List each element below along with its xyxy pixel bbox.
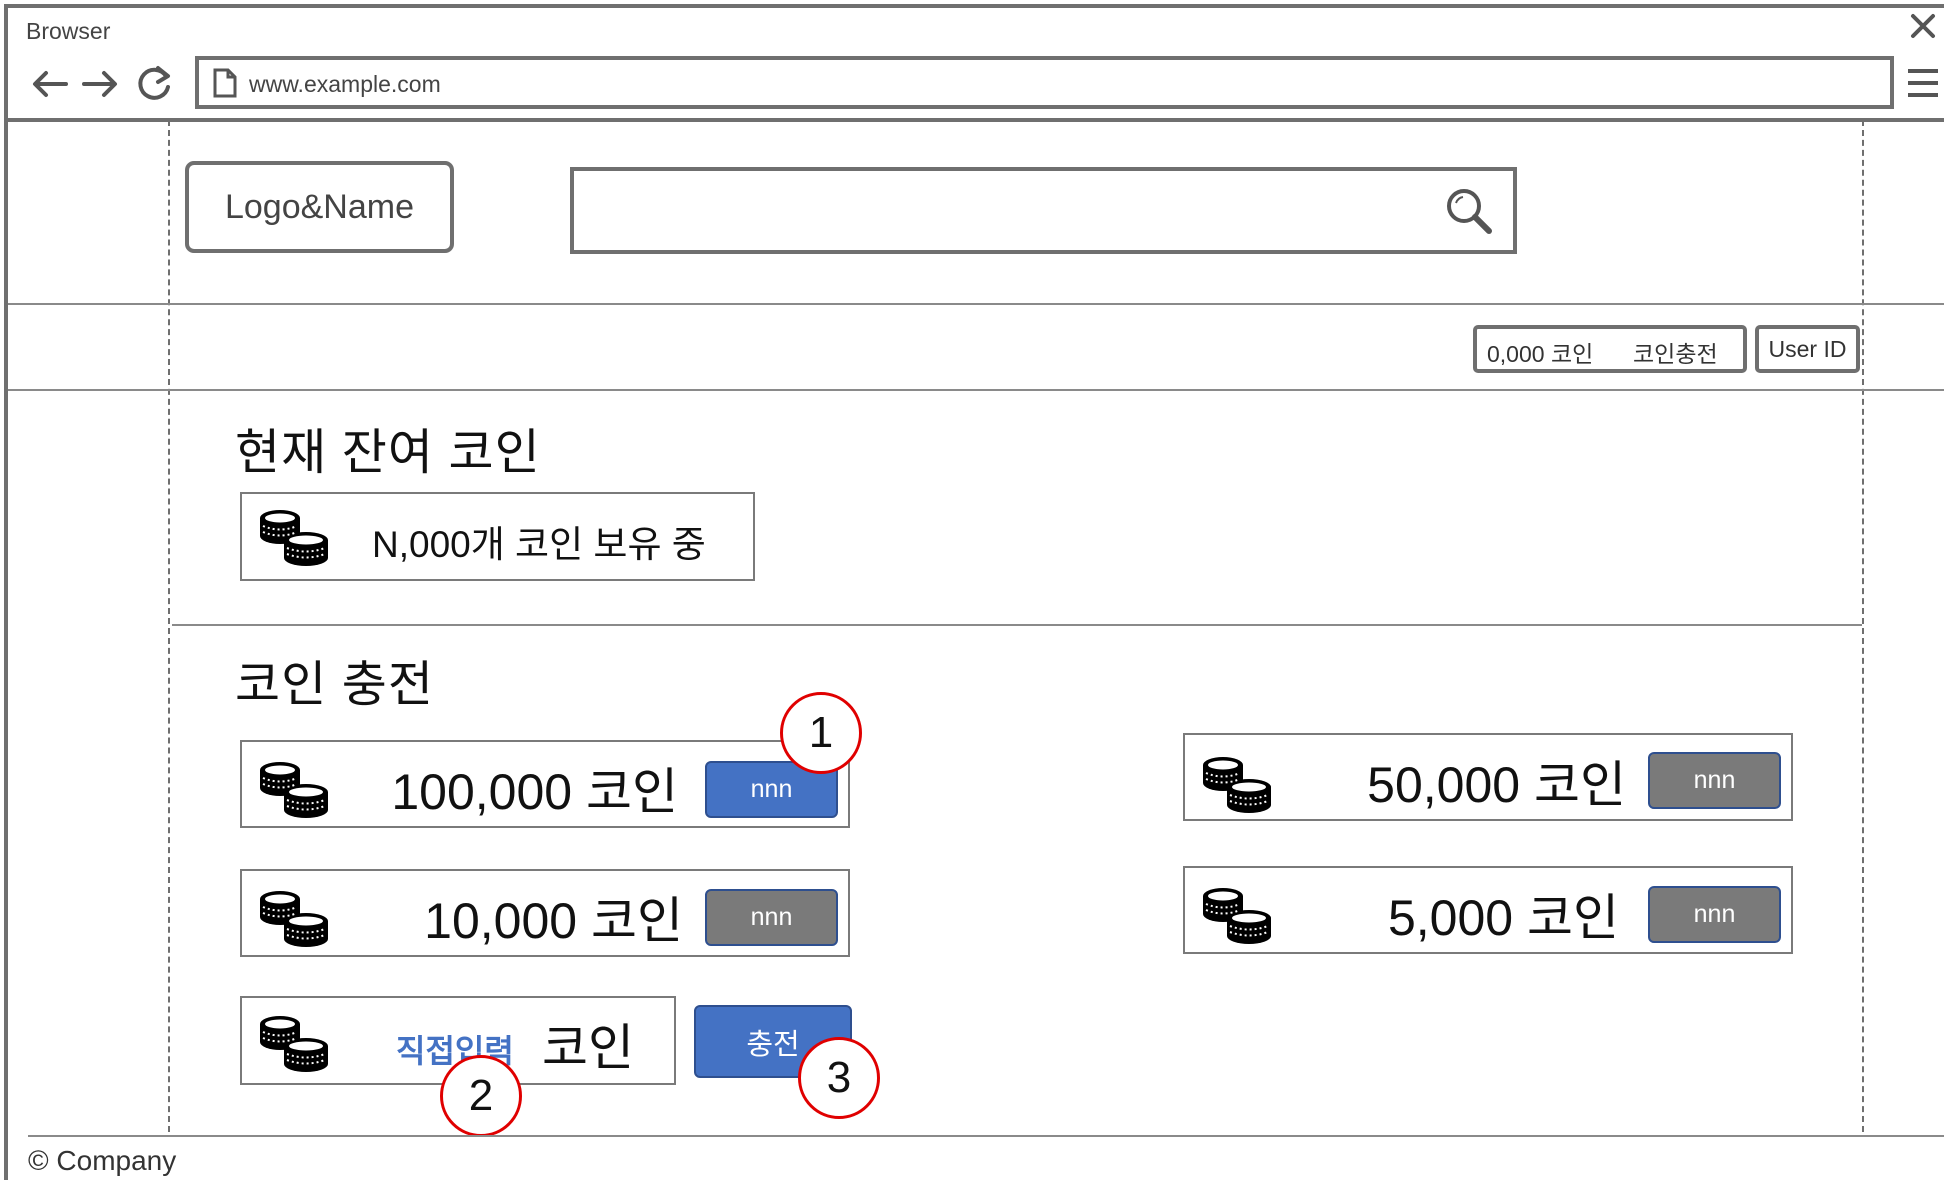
option-amount: 50,000 코인 [1367,757,1626,813]
annotation-marker-3: 3 [798,1037,880,1119]
balance-title: 현재 잔여 코인 [235,426,541,480]
price-button[interactable]: nnn [1648,886,1781,943]
hamburger-menu-icon[interactable] [1906,66,1940,100]
page-icon [213,68,237,98]
footer-copyright: © Company [28,1145,177,1176]
option-amount: 5,000 코인 [1387,890,1619,946]
footer-divider [28,1135,1944,1137]
url-text: www.example.com [249,71,441,97]
browser-title: Browser [26,18,111,44]
back-arrow-icon[interactable] [28,62,72,106]
coins-icon [1202,887,1272,945]
charge-option-50000[interactable]: 50,000 코인 nnn [1183,733,1793,821]
reload-icon[interactable] [132,62,176,106]
header-divider [8,303,1944,305]
price-button[interactable]: nnn [1648,752,1781,809]
coins-icon [259,890,329,948]
right-guide-line [1862,120,1864,1132]
search-input[interactable] [570,167,1517,254]
coins-icon [259,761,329,819]
charge-coin-link[interactable]: 코인충전 [1633,335,1718,369]
coins-icon [1202,756,1272,814]
chrome-divider [8,118,1944,122]
charge-option-5000[interactable]: 5,000 코인 nnn [1183,866,1793,954]
annotation-marker-1: 1 [780,692,862,774]
userbar-divider [8,389,1944,391]
coins-icon [259,509,329,567]
price-button[interactable]: nnn [705,889,838,946]
option-amount: 10,000 코인 [424,893,683,949]
logo[interactable]: Logo&Name [185,161,454,253]
charge-title: 코인 충전 [235,658,434,712]
balance-status: N,000개 코인 보유 중 [372,524,706,565]
coin-amount: 0,000 코인 [1487,341,1594,367]
section-divider [172,624,1862,626]
coin-status-box: 0,000 코인 코인충전 [1473,325,1747,373]
option-amount: 100,000 코인 [391,764,678,820]
close-icon[interactable] [1905,8,1941,44]
search-icon[interactable] [1443,185,1495,237]
balance-card: N,000개 코인 보유 중 [240,492,755,581]
charge-option-100000[interactable]: 100,000 코인 nnn [240,740,850,828]
user-id-button[interactable]: User ID [1755,325,1860,373]
left-guide-line [168,120,170,1132]
custom-amount-unit: 코인 [542,1020,634,1076]
charge-option-10000[interactable]: 10,000 코인 nnn [240,869,850,957]
address-bar[interactable]: www.example.com [195,56,1894,109]
forward-arrow-icon[interactable] [78,62,122,106]
coins-icon [259,1015,329,1073]
annotation-marker-2: 2 [440,1055,522,1137]
